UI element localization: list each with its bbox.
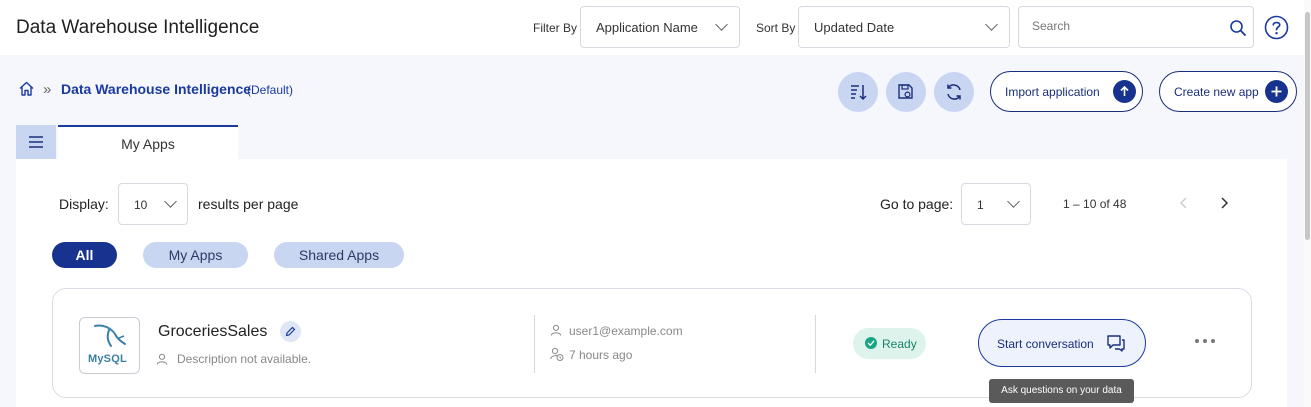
more-options-button[interactable] bbox=[1191, 333, 1221, 349]
filter-by-select[interactable]: Application Name bbox=[580, 6, 740, 48]
start-conversation-button[interactable]: Start conversation bbox=[978, 319, 1146, 367]
menu-toggle-button[interactable] bbox=[16, 125, 56, 159]
page-value: 1 bbox=[977, 198, 984, 212]
create-new-app-button[interactable]: Create new app bbox=[1159, 71, 1297, 112]
app-description: Description not available. bbox=[177, 352, 312, 366]
display-label: Display: bbox=[59, 196, 109, 212]
help-icon[interactable] bbox=[1264, 15, 1289, 40]
hamburger-icon bbox=[29, 136, 43, 148]
create-new-app-label: Create new app bbox=[1174, 85, 1259, 99]
filter-chip-shared-apps-label: Shared Apps bbox=[298, 247, 380, 263]
updated-time-icon bbox=[550, 347, 564, 361]
chevron-down-icon bbox=[715, 18, 728, 31]
app-title: Data Warehouse Intelligence bbox=[16, 17, 260, 38]
search-input[interactable] bbox=[1032, 19, 1222, 33]
user-icon bbox=[156, 353, 168, 365]
filter-chip-shared-apps[interactable]: Shared Apps bbox=[274, 242, 404, 268]
chevron-down-icon bbox=[164, 195, 177, 208]
page-range: 1 – 10 of 48 bbox=[1063, 197, 1127, 211]
status-text: Ready bbox=[882, 337, 917, 351]
refresh-icon bbox=[947, 84, 961, 100]
import-application-button[interactable]: Import application bbox=[990, 71, 1143, 112]
breadcrumb-current[interactable]: Data Warehouse Intelligence bbox=[61, 81, 251, 97]
app-name[interactable]: GroceriesSales bbox=[158, 323, 267, 341]
per-page-value: 10 bbox=[134, 198, 148, 212]
filter-by-value: Application Name bbox=[596, 20, 698, 35]
status-badge: Ready bbox=[853, 328, 926, 359]
tooltip-text: Ask questions on your data bbox=[1001, 385, 1122, 396]
breadcrumb-separator: » bbox=[43, 81, 52, 98]
per-page-select[interactable]: 10 bbox=[118, 183, 188, 225]
sort-by-label: Sort By bbox=[756, 21, 796, 35]
refresh-button[interactable] bbox=[934, 72, 974, 112]
top-bar: Data Warehouse Intelligence Filter By Ap… bbox=[0, 0, 1311, 55]
divider bbox=[534, 315, 535, 373]
plus-icon bbox=[1265, 80, 1288, 103]
breadcrumb-default-tag: (Default) bbox=[247, 83, 294, 97]
dolphin-icon bbox=[94, 324, 126, 347]
filter-chip-all[interactable]: All bbox=[52, 242, 117, 268]
next-page-icon[interactable] bbox=[1217, 196, 1231, 210]
goto-page-label: Go to page: bbox=[880, 196, 954, 212]
owner-icon bbox=[550, 324, 562, 336]
scrollbar[interactable] bbox=[1304, 0, 1311, 407]
page-select[interactable]: 1 bbox=[961, 183, 1031, 225]
save-settings-button[interactable] bbox=[886, 72, 926, 112]
sort-by-value: Updated Date bbox=[814, 20, 895, 35]
search-icon[interactable] bbox=[1229, 19, 1247, 37]
prev-page-icon[interactable] bbox=[1177, 196, 1191, 210]
chevron-down-icon bbox=[1007, 195, 1020, 208]
save-settings-icon bbox=[898, 84, 913, 99]
import-application-label: Import application bbox=[1005, 85, 1100, 99]
tooltip: Ask questions on your data bbox=[989, 379, 1134, 403]
filter-chip-my-apps-label: My Apps bbox=[168, 247, 223, 263]
pencil-icon bbox=[285, 326, 296, 337]
sort-order-button[interactable] bbox=[838, 72, 878, 112]
chat-icon bbox=[1107, 335, 1125, 352]
sort-order-icon bbox=[851, 85, 867, 101]
mysql-logo: MySQL bbox=[79, 317, 140, 374]
app-updated-time: 7 hours ago bbox=[569, 348, 633, 362]
divider bbox=[815, 315, 816, 373]
app-owner: user1@example.com bbox=[569, 324, 683, 338]
check-icon bbox=[865, 337, 877, 349]
filter-chip-all-label: All bbox=[75, 247, 94, 263]
logo-text: MySQL bbox=[88, 353, 127, 365]
chevron-down-icon bbox=[985, 18, 998, 31]
filter-by-label: Filter By bbox=[533, 21, 578, 35]
home-icon[interactable] bbox=[18, 80, 35, 97]
tab-my-apps[interactable]: My Apps bbox=[58, 125, 238, 159]
upload-icon bbox=[1113, 80, 1136, 103]
scrollbar-thumb[interactable] bbox=[1305, 12, 1310, 240]
tab-my-apps-label: My Apps bbox=[121, 136, 175, 152]
start-conversation-label: Start conversation bbox=[997, 337, 1094, 351]
edit-name-button[interactable] bbox=[280, 321, 301, 342]
per-page-suffix: results per page bbox=[198, 196, 299, 212]
filter-chip-my-apps[interactable]: My Apps bbox=[143, 242, 248, 268]
sort-by-select[interactable]: Updated Date bbox=[798, 6, 1010, 48]
search-box bbox=[1018, 6, 1254, 48]
